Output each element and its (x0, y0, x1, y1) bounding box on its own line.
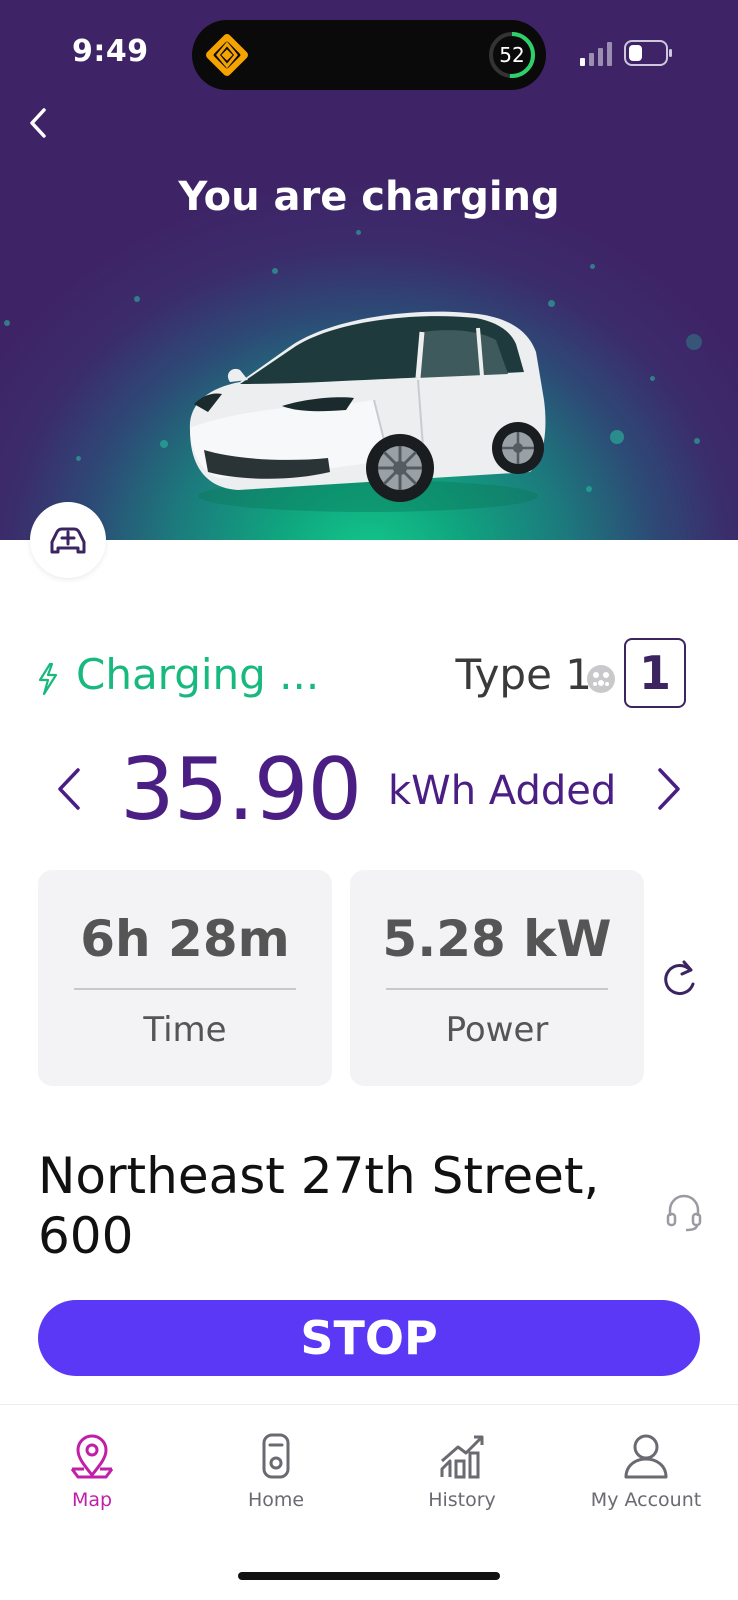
dynamic-island: 52 (192, 20, 546, 90)
power-card: 5.28 kW Power (350, 870, 644, 1086)
app-logo-icon (206, 34, 248, 76)
tab-history[interactable]: History (382, 1431, 542, 1521)
battery-icon (624, 40, 672, 66)
time-value: 6h 28m (80, 910, 290, 968)
stop-charging-button[interactable]: STOP (38, 1300, 700, 1376)
lightning-bolt-icon (38, 662, 58, 696)
vehicle-badge[interactable] (30, 502, 106, 578)
charging-status-row: Charging ... Type 1 1 (36, 638, 702, 710)
connector-plug-icon (587, 665, 615, 693)
power-value: 5.28 kW (382, 910, 612, 968)
map-pin-icon (70, 1434, 114, 1479)
page-title: You are charging (178, 174, 560, 220)
card-divider (386, 988, 608, 990)
tab-my-account-label: My Account (590, 1489, 702, 1511)
back-chevron-icon[interactable] (22, 102, 56, 144)
time-label: Time (143, 1010, 227, 1050)
refresh-icon[interactable] (660, 956, 700, 1000)
tab-home[interactable]: Home (196, 1431, 356, 1521)
port-number-badge: 1 (624, 638, 686, 708)
card-divider (74, 988, 296, 990)
charging-status-label: Charging ... (76, 650, 320, 699)
signal-icon (580, 42, 612, 66)
home-indicator (238, 1572, 500, 1580)
tab-history-label: History (428, 1489, 496, 1511)
hero-banner: 9:49 52 You are charging (0, 0, 738, 540)
connector-type-label: Type 1 (455, 650, 592, 699)
power-label: Power (445, 1010, 549, 1050)
chart-icon (440, 1435, 484, 1479)
person-icon (624, 1434, 668, 1479)
charger-icon (262, 1433, 290, 1479)
bottom-tab-bar: Map Home History My Account (0, 1404, 738, 1600)
tab-my-account[interactable]: My Account (566, 1431, 726, 1521)
energy-added-row: 35.90 kWh Added (0, 740, 738, 840)
time-card: 6h 28m Time (38, 870, 332, 1086)
tab-home-label: Home (247, 1489, 305, 1511)
car-plus-icon (50, 527, 86, 554)
support-headset-icon[interactable] (664, 1192, 704, 1232)
tab-map[interactable]: Map (12, 1431, 172, 1521)
status-time: 9:49 (72, 34, 149, 69)
tab-map-label: Map (71, 1489, 113, 1511)
car-illustration (189, 311, 546, 512)
activity-ring-value: 52 (499, 43, 525, 67)
next-chevron-icon[interactable] (654, 766, 684, 812)
energy-added-unit: kWh Added (388, 768, 617, 814)
station-address: Northeast 27th Street, 600 (38, 1147, 600, 1265)
energy-added-value: 35.90 (120, 740, 362, 840)
previous-chevron-icon[interactable] (54, 766, 84, 812)
